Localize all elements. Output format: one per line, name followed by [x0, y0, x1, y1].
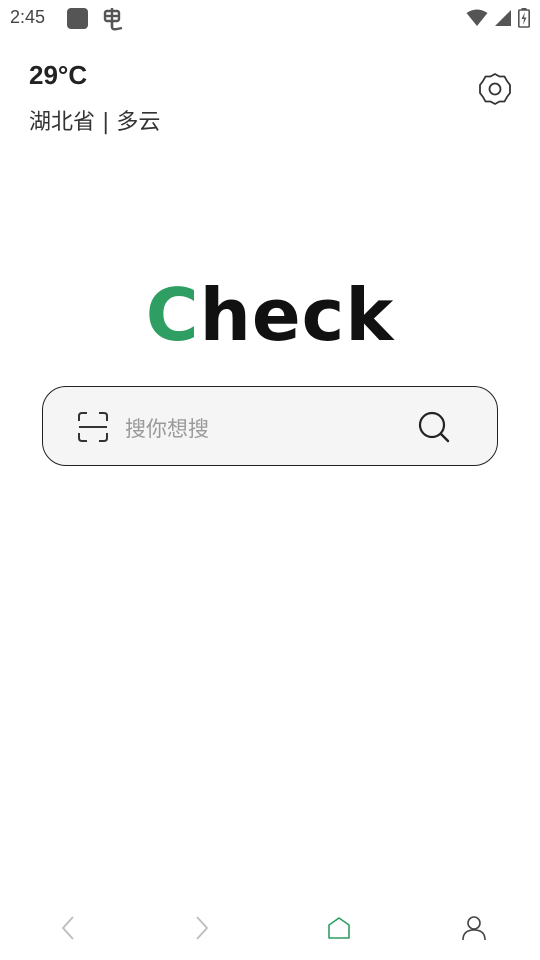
profile-icon[interactable]: [456, 910, 492, 946]
status-right-icons: [466, 8, 530, 32]
forward-icon[interactable]: [184, 910, 220, 946]
logo-text: heck: [199, 273, 395, 357]
app-logo: Check: [0, 270, 540, 360]
search-icon[interactable]: [415, 408, 453, 446]
settings-button[interactable]: [474, 70, 516, 112]
wifi-icon: [466, 9, 488, 31]
back-icon[interactable]: [50, 910, 86, 946]
bottom-navigation: [0, 900, 540, 956]
notification-square-icon: [67, 8, 88, 29]
scan-icon[interactable]: [75, 409, 111, 445]
search-bar[interactable]: 搜你想搜: [42, 386, 498, 466]
gear-icon: [477, 71, 513, 111]
battery-icon: [518, 8, 530, 32]
weather-location: 湖北省 | 多云: [29, 110, 161, 135]
signal-icon: [494, 9, 512, 31]
logo-accent-letter: C: [145, 273, 200, 357]
bug-icon: [100, 7, 124, 35]
search-input[interactable]: 搜你想搜: [125, 413, 209, 443]
home-icon[interactable]: [321, 910, 357, 946]
status-time: 2:45: [10, 7, 46, 27]
weather-temperature: 29°C: [29, 60, 88, 90]
status-bar: 2:45: [0, 0, 540, 36]
